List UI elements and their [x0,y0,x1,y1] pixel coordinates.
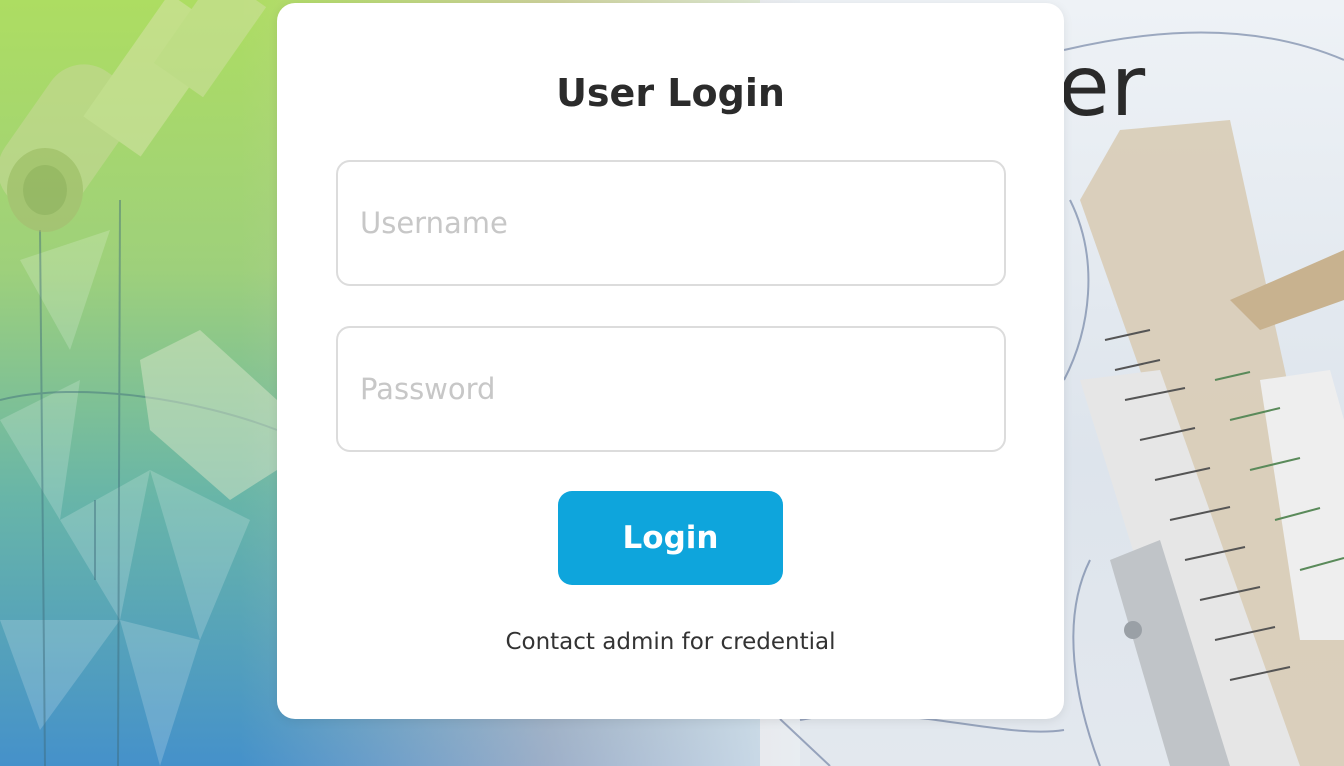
login-card: User Login Login Contact admin for crede… [277,3,1064,719]
username-input[interactable] [336,160,1006,286]
credential-hint: Contact admin for credential [505,629,836,655]
background-heading-fragment: er [1058,37,1147,135]
password-input[interactable] [336,326,1006,452]
login-title: User Login [556,71,785,115]
login-button[interactable]: Login [558,491,783,585]
login-page: er User Login Login Contact admin for cr… [0,0,1344,766]
